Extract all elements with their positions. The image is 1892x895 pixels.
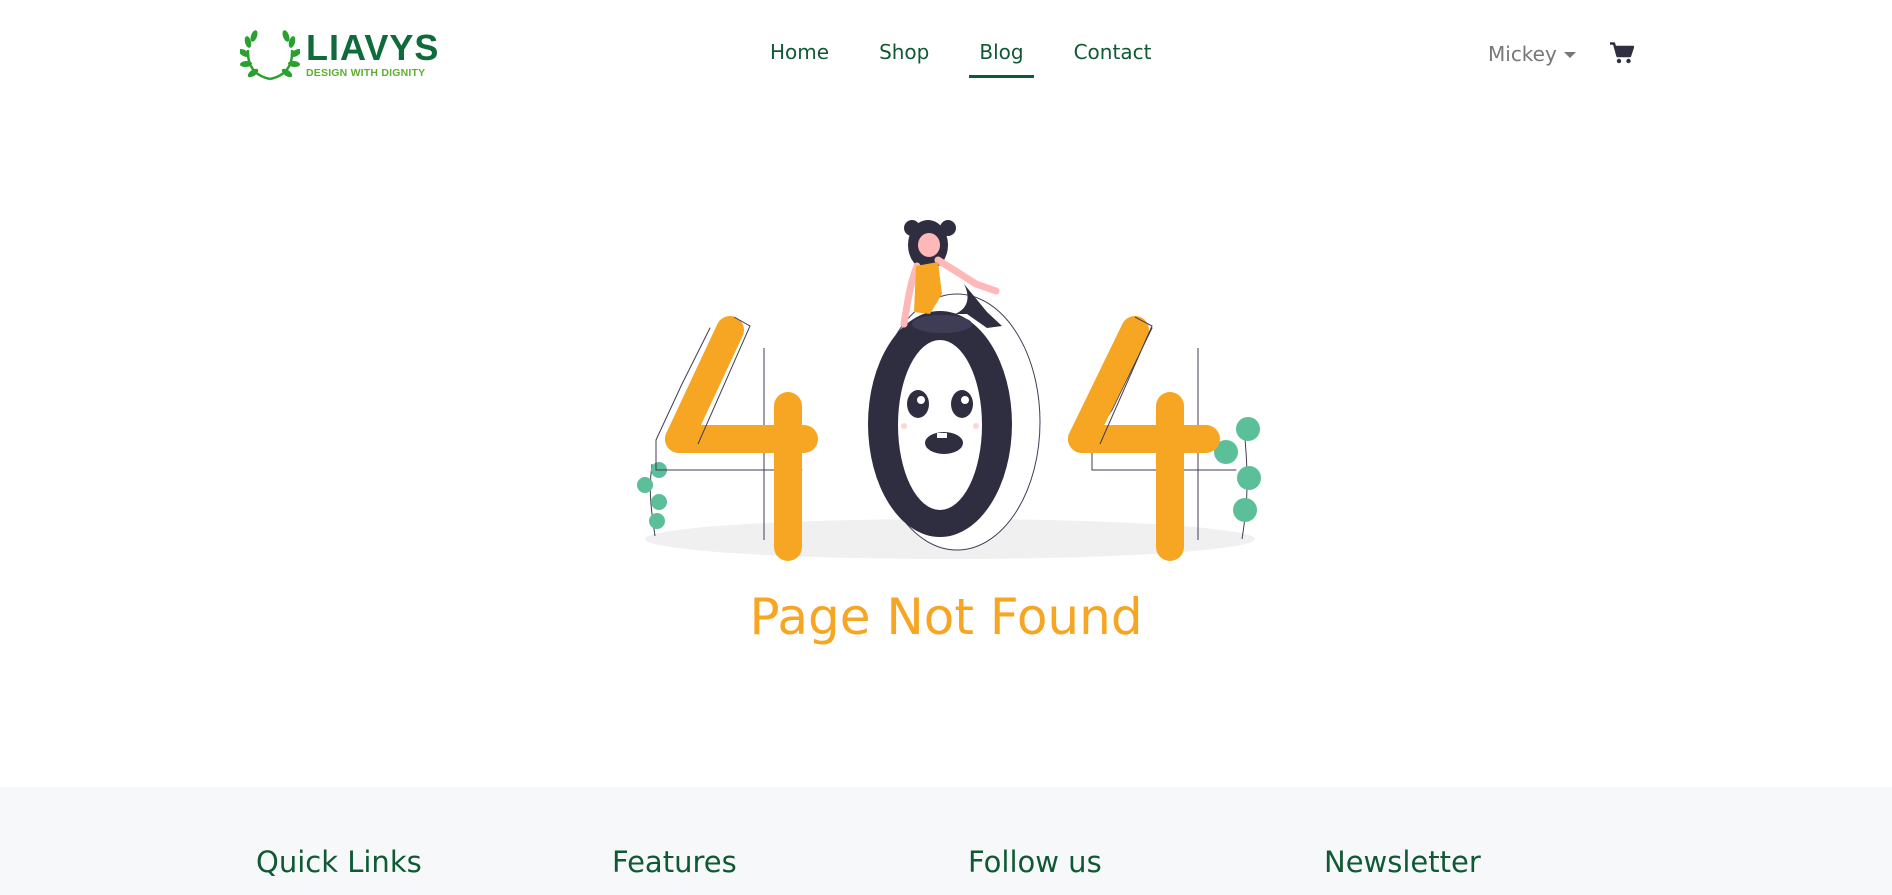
right-plant-icon — [1214, 417, 1261, 540]
logo-name: LIAVYS — [306, 26, 440, 68]
footer-heading-newsletter: Newsletter — [1324, 845, 1481, 879]
user-dropdown[interactable]: Mickey — [1488, 42, 1576, 66]
logo[interactable]: LIAVYS DESIGN WITH DIGNITY — [240, 26, 439, 82]
digit-4-right — [1068, 316, 1237, 561]
footer-heading-features: Features — [612, 845, 737, 879]
page-title: Page Not Found — [749, 588, 1143, 646]
nav-blog[interactable]: Blog — [969, 32, 1034, 78]
laurel-wreath-icon — [240, 30, 300, 81]
nav-home[interactable]: Home — [760, 32, 839, 78]
caret-down-icon — [1563, 52, 1576, 58]
shopping-cart-icon[interactable] — [1610, 42, 1634, 64]
404-illustration — [637, 220, 1261, 561]
main-nav: Home Shop Blog Contact — [760, 32, 1191, 78]
site-footer: Quick Links Features Follow us Newslette… — [0, 787, 1892, 895]
user-name: Mickey — [1488, 42, 1557, 66]
site-header: LIAVYS DESIGN WITH DIGNITY Home Shop Blo… — [0, 0, 1892, 90]
digit-4-left — [655, 316, 818, 561]
left-plant-icon — [637, 462, 667, 537]
nav-shop[interactable]: Shop — [869, 32, 939, 78]
logo-tagline: DESIGN WITH DIGNITY — [306, 66, 426, 79]
nav-contact[interactable]: Contact — [1064, 32, 1162, 78]
footer-heading-quick-links: Quick Links — [256, 845, 422, 879]
digit-0 — [868, 293, 1041, 551]
footer-heading-follow-us: Follow us — [968, 845, 1102, 879]
